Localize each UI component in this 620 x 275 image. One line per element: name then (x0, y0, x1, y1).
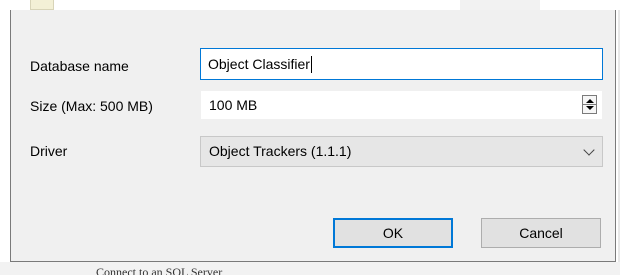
background-app-text: Connect to an SQL Server (96, 265, 223, 275)
text-caret (310, 55, 312, 73)
background-app-topbar (0, 0, 620, 10)
database-name-input[interactable]: Object Classifier (200, 48, 603, 80)
ok-button[interactable]: OK (333, 218, 453, 248)
driver-selected-value: Object Trackers (1.1.1) (209, 143, 352, 159)
cancel-button[interactable]: Cancel (481, 218, 601, 248)
database-name-label: Database name (30, 58, 129, 74)
size-value: 100 MB (209, 97, 258, 113)
spin-down-arrow-icon[interactable] (586, 106, 594, 110)
size-input[interactable]: 100 MB (200, 90, 603, 120)
spinner-divider (583, 104, 596, 105)
create-database-dialog: Database name Object Classifier Size (Ma… (10, 10, 616, 262)
spin-up-arrow-icon[interactable] (586, 99, 594, 103)
driver-label: Driver (30, 143, 68, 159)
database-name-value: Object Classifier (208, 56, 310, 72)
size-label: Size (Max: 500 MB) (30, 98, 153, 114)
chevron-down-icon (583, 144, 595, 156)
driver-select[interactable]: Object Trackers (1.1.1) (200, 136, 603, 167)
background-app-tab (460, 0, 540, 10)
background-app-element (30, 0, 54, 10)
size-spinner[interactable] (582, 95, 597, 114)
